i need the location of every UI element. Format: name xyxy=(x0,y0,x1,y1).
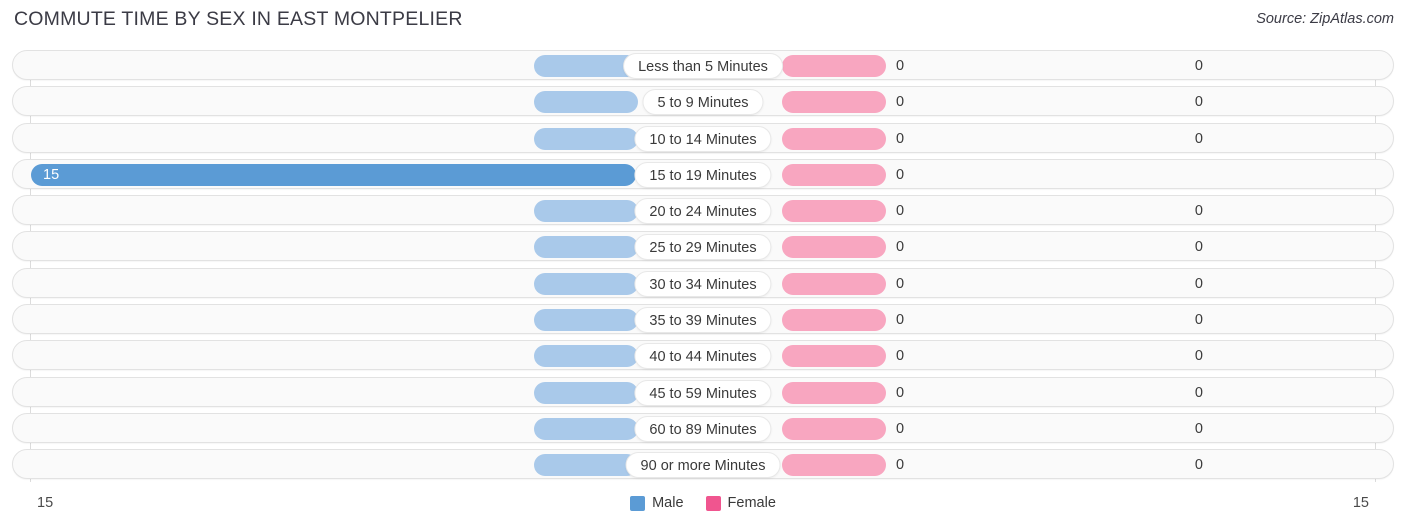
category-label: 5 to 9 Minutes xyxy=(642,89,764,116)
chart-row: 0 0 10 to 14 Minutes xyxy=(0,122,1406,153)
chart-row: 0 0 40 to 44 Minutes xyxy=(0,340,1406,371)
legend-item-female[interactable]: Female xyxy=(705,495,776,511)
legend-item-male[interactable]: Male xyxy=(630,495,684,511)
chart-row: 0 0 20 to 24 Minutes xyxy=(0,195,1406,226)
chart-legend: Male Female xyxy=(0,495,1406,511)
value-label-female: 0 xyxy=(896,166,905,183)
value-label-male: 0 xyxy=(1194,130,1203,147)
value-label-female: 0 xyxy=(896,94,905,111)
row-track: 0 0 20 to 24 Minutes xyxy=(12,195,1394,226)
bar-female xyxy=(782,127,886,150)
category-label: 45 to 59 Minutes xyxy=(634,379,772,406)
bar-female xyxy=(782,91,886,114)
value-label-male: 0 xyxy=(1194,457,1203,474)
row-track: 0 0 90 or more Minutes xyxy=(12,449,1394,480)
source-attribution: Source: ZipAtlas.com xyxy=(1256,11,1394,27)
row-track: 0 0 10 to 14 Minutes xyxy=(12,122,1394,153)
value-label-female: 0 xyxy=(896,384,905,401)
legend-swatch-female-icon xyxy=(705,495,721,511)
page-title: COMMUTE TIME BY SEX IN EAST MONTPELIER xyxy=(14,8,463,30)
bar-male xyxy=(534,417,638,440)
chart-row: 0 0 90 or more Minutes xyxy=(0,449,1406,480)
bar-female xyxy=(782,345,886,368)
value-label-female: 0 xyxy=(896,203,905,220)
category-label: 40 to 44 Minutes xyxy=(634,343,772,370)
chart-row: 0 0 60 to 89 Minutes xyxy=(0,412,1406,443)
bar-female xyxy=(782,272,886,295)
row-track: 15 0 15 to 19 Minutes xyxy=(12,158,1394,189)
row-track: 0 0 45 to 59 Minutes xyxy=(12,376,1394,407)
category-label: Less than 5 Minutes xyxy=(623,53,783,79)
bar-female xyxy=(782,200,886,223)
value-label-male: 0 xyxy=(1194,312,1203,329)
category-label: 20 to 24 Minutes xyxy=(634,198,772,225)
bar-male xyxy=(534,127,638,150)
category-label: 90 or more Minutes xyxy=(625,452,781,479)
value-label-female: 0 xyxy=(896,239,905,256)
legend-label-male: Male xyxy=(652,495,684,511)
value-label-male: 0 xyxy=(1194,203,1203,220)
category-label: 60 to 89 Minutes xyxy=(634,415,772,442)
bar-female xyxy=(782,309,886,332)
value-label-male: 0 xyxy=(1194,94,1203,111)
chart-page: COMMUTE TIME BY SEX IN EAST MONTPELIER S… xyxy=(0,0,1406,522)
legend-swatch-male-icon xyxy=(630,495,646,511)
category-label: 15 to 19 Minutes xyxy=(634,161,772,188)
value-label-female: 0 xyxy=(896,420,905,437)
bar-male xyxy=(534,272,638,295)
bar-male xyxy=(534,236,638,259)
chart-row: 0 0 5 to 9 Minutes xyxy=(0,86,1406,117)
bar-female xyxy=(782,55,886,77)
chart-rows: 0 0 Less than 5 Minutes 0 0 5 to 9 Minutes 0 0 1… xyxy=(0,50,1406,486)
row-track: 0 0 Less than 5 Minutes xyxy=(12,50,1394,80)
category-label: 35 to 39 Minutes xyxy=(634,307,772,334)
chart-row: 15 0 15 to 19 Minutes xyxy=(0,158,1406,189)
value-label-male: 0 xyxy=(1194,348,1203,365)
value-label-female: 0 xyxy=(896,348,905,365)
chart-row: 0 0 35 to 39 Minutes xyxy=(0,304,1406,335)
value-label-female: 0 xyxy=(896,312,905,329)
bar-female xyxy=(782,381,886,404)
category-label: 30 to 34 Minutes xyxy=(634,270,772,297)
row-track: 0 0 25 to 29 Minutes xyxy=(12,231,1394,262)
legend-label-female: Female xyxy=(727,495,776,511)
category-label: 25 to 29 Minutes xyxy=(634,234,772,261)
bar-female xyxy=(782,454,886,477)
value-label-male: 0 xyxy=(1194,420,1203,437)
bar-male xyxy=(534,309,638,332)
value-label-female: 0 xyxy=(896,130,905,147)
row-track: 0 0 60 to 89 Minutes xyxy=(12,412,1394,443)
bar-female xyxy=(782,236,886,259)
plot-area: 0 0 Less than 5 Minutes 0 0 5 to 9 Minutes 0 0 1… xyxy=(0,50,1406,484)
value-label-male: 0 xyxy=(1194,58,1203,74)
bar-male xyxy=(534,200,638,223)
bar-female xyxy=(782,417,886,440)
bar-male xyxy=(31,163,636,186)
value-label-female: 0 xyxy=(896,275,905,292)
value-label-male: 0 xyxy=(1194,239,1203,256)
chart-row: 0 0 30 to 34 Minutes xyxy=(0,267,1406,298)
row-track: 0 0 30 to 34 Minutes xyxy=(12,267,1394,298)
chart-row: 0 0 45 to 59 Minutes xyxy=(0,376,1406,407)
bar-male xyxy=(534,91,638,114)
bar-male xyxy=(534,381,638,404)
bar-male xyxy=(534,345,638,368)
value-label-male: 0 xyxy=(1194,384,1203,401)
value-label-female: 0 xyxy=(896,457,905,474)
row-track: 0 0 5 to 9 Minutes xyxy=(12,86,1394,117)
value-label-female: 0 xyxy=(896,58,905,74)
bar-female xyxy=(782,163,886,186)
category-label: 10 to 14 Minutes xyxy=(634,125,772,152)
bar-male xyxy=(534,454,638,477)
chart-row: 0 0 Less than 5 Minutes xyxy=(0,50,1406,80)
value-label-male: 15 xyxy=(43,166,60,183)
row-track: 0 0 40 to 44 Minutes xyxy=(12,340,1394,371)
row-track: 0 0 35 to 39 Minutes xyxy=(12,304,1394,335)
chart-row: 0 0 25 to 29 Minutes xyxy=(0,231,1406,262)
value-label-male: 0 xyxy=(1194,275,1203,292)
